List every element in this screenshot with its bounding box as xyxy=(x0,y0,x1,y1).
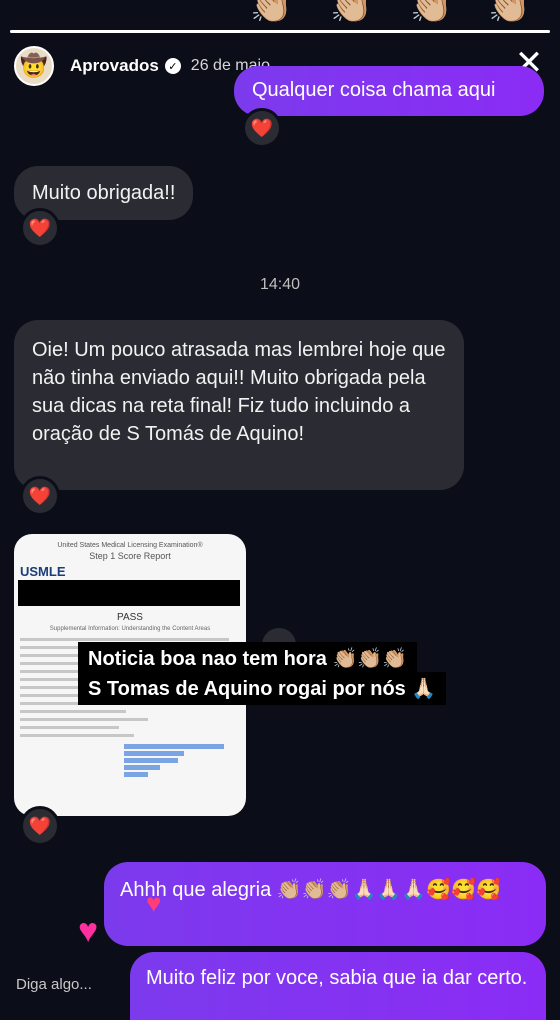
message-outgoing: Ahhh que alegria 👏🏼👏🏼👏🏼🙏🏻🙏🏻🙏🏻🥰🥰🥰 xyxy=(104,862,546,946)
doc-header: United States Medical Licensing Examinat… xyxy=(57,542,203,549)
message-text: Muito feliz por voce, sabia que ia dar c… xyxy=(146,967,528,989)
message-text: Ahhh que alegria 👏🏼👏🏼👏🏼🙏🏻🙏🏻🙏🏻🥰🥰🥰 xyxy=(120,879,501,901)
floating-heart-icon: ♥ xyxy=(78,912,99,950)
doc-result: PASS xyxy=(117,612,143,623)
reaction-heart[interactable]: ❤️ xyxy=(20,208,60,248)
message-input[interactable]: Diga algo... xyxy=(16,976,92,993)
usmle-logo: USMLE xyxy=(20,564,66,579)
redaction-bar xyxy=(18,580,240,606)
story-text-line-2: S Tomas de Aquino rogai por nós 🙏🏻 xyxy=(78,672,447,705)
heart-icon: ❤️ xyxy=(28,485,52,506)
reaction-heart[interactable]: ❤️ xyxy=(242,108,282,148)
reaction-heart[interactable]: ❤️ xyxy=(20,476,60,516)
top-clap-emojis: 👏🏼 👏🏼 👏🏼 👏🏼 xyxy=(250,0,531,25)
message-incoming: Oie! Um pouco atrasada mas lembrei hoje … xyxy=(14,320,464,490)
doc-bars xyxy=(124,744,224,779)
cowboy-hat-icon: 🤠 xyxy=(20,53,48,78)
username[interactable]: Aprovados xyxy=(70,56,159,76)
heart-icon: ❤️ xyxy=(250,117,274,138)
avatar[interactable]: 🤠 xyxy=(14,46,54,86)
story-text-line-1: Noticia boa nao tem hora 👏🏼👏🏼👏🏼 xyxy=(78,642,418,675)
reaction-heart[interactable]: ❤️ xyxy=(20,806,60,846)
verified-badge-icon: ✓ xyxy=(164,58,181,74)
heart-icon: ❤️ xyxy=(28,217,52,238)
message-text: Qualquer coisa chama aqui xyxy=(252,79,496,101)
message-outgoing: Muito feliz por voce, sabia que ia dar c… xyxy=(130,952,546,1020)
floating-heart-icon: ♥ xyxy=(146,888,162,918)
doc-section-title: Supplemental Information: Understanding … xyxy=(49,626,211,632)
timestamp: 14:40 xyxy=(259,276,301,293)
message-outgoing: Qualquer coisa chama aqui xyxy=(234,66,544,116)
heart-icon: ❤️ xyxy=(28,815,52,836)
message-text: Muito obrigada!! xyxy=(32,182,176,204)
message-text: Oie! Um pouco atrasada mas lembrei hoje … xyxy=(32,339,446,445)
doc-subheader: Step 1 Score Report xyxy=(89,551,171,561)
